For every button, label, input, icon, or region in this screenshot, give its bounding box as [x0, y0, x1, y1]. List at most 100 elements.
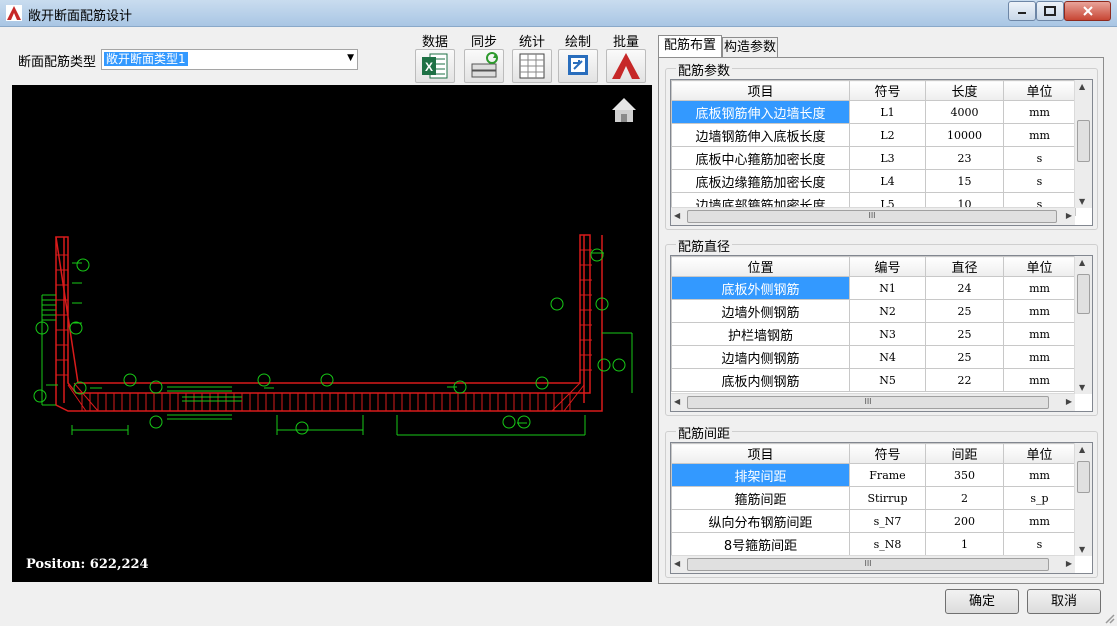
table-cell[interactable]: 排架间距 — [671, 463, 850, 487]
table-cell[interactable]: 底板中心箍筋加密长度 — [671, 146, 850, 170]
table-cell[interactable]: mm — [1003, 368, 1076, 392]
table-cell[interactable]: L2 — [849, 123, 926, 147]
table-cell[interactable]: s_N7 — [849, 509, 926, 533]
table-cell[interactable]: L3 — [849, 146, 926, 170]
tab-construct[interactable]: 构造参数 — [722, 37, 778, 58]
table-cell[interactable]: s — [1003, 169, 1076, 193]
table-cell[interactable]: 底板钢筋伸入边墙长度 — [671, 100, 850, 124]
maximize-button[interactable] — [1036, 1, 1064, 21]
tab-layout[interactable]: 配筋布置 — [658, 35, 722, 58]
table-cell[interactable]: 箍筋间距 — [671, 486, 850, 510]
vertical-scrollbar[interactable]: ▲ ▼ — [1074, 80, 1092, 208]
table-cell[interactable]: 1 — [925, 532, 1004, 556]
vertical-scrollbar[interactable]: ▲ ▼ — [1074, 443, 1092, 556]
table-row[interactable]: 排架间距 Frame 350 mm — [671, 463, 1076, 487]
table-cell[interactable]: 2 — [925, 486, 1004, 510]
table-cell[interactable]: mm — [1003, 322, 1076, 346]
column-header[interactable]: 项目 — [671, 80, 850, 101]
table-row[interactable]: 底板外侧钢筋 N1 24 mm — [671, 276, 1076, 300]
table-cell[interactable]: L4 — [849, 169, 926, 193]
toolbar-draw[interactable]: 绘制 — [556, 31, 600, 83]
toolbar-stats[interactable]: 统计 — [510, 31, 554, 83]
spacing-grid[interactable]: 项目 符号 间距 单位 排架间距 Frame 350 mm 箍筋间距 Stirrup 2 s… — [670, 442, 1093, 574]
table-cell[interactable]: N2 — [849, 299, 926, 323]
table-row[interactable]: 8号箍筋间距 s_N8 1 s — [671, 532, 1076, 556]
column-header[interactable]: 符号 — [849, 443, 926, 464]
diameters-grid[interactable]: 位置 编号 直径 单位 底板外侧钢筋 N1 24 mm 边墙外侧钢筋 N2 25 mm 护栏… — [670, 255, 1093, 412]
column-header[interactable]: 位置 — [671, 256, 850, 277]
column-header[interactable]: 间距 — [925, 443, 1004, 464]
table-cell[interactable]: 护栏墙钢筋 — [671, 322, 850, 346]
column-header[interactable]: 单位 — [1003, 256, 1076, 277]
table-cell[interactable]: 边墙钢筋伸入底板长度 — [671, 123, 850, 147]
table-cell[interactable]: 15 — [925, 169, 1004, 193]
table-cell[interactable]: mm — [1003, 276, 1076, 300]
table-cell[interactable]: 底板外侧钢筋 — [671, 276, 850, 300]
column-header[interactable]: 项目 — [671, 443, 850, 464]
table-cell[interactable]: 350 — [925, 463, 1004, 487]
drawing-canvas[interactable]: Positon: 622,224 — [12, 85, 652, 582]
table-row[interactable]: 底板内侧钢筋 N5 22 mm — [671, 368, 1076, 392]
table-cell[interactable]: s — [1003, 532, 1076, 556]
column-header[interactable]: 直径 — [925, 256, 1004, 277]
column-header[interactable]: 单位 — [1003, 80, 1076, 101]
table-cell[interactable]: mm — [1003, 463, 1076, 487]
type-combobox[interactable]: 敞开断面类型1 ▼ — [101, 49, 358, 70]
minimize-button[interactable] — [1008, 1, 1036, 21]
table-cell[interactable]: s — [1003, 146, 1076, 170]
table-row[interactable]: 边墙钢筋伸入底板长度 L2 10000 mm — [671, 123, 1076, 147]
ok-button[interactable]: 确定 — [945, 589, 1019, 614]
table-cell[interactable]: N3 — [849, 322, 926, 346]
table-cell[interactable]: 25 — [925, 299, 1004, 323]
table-cell[interactable]: L1 — [849, 100, 926, 124]
home-icon[interactable] — [612, 98, 636, 122]
table-cell[interactable]: N5 — [849, 368, 926, 392]
toolbar-sync[interactable]: 同步 — [462, 31, 506, 83]
horizontal-scrollbar[interactable]: ◀ III ▶ — [671, 555, 1075, 573]
table-cell[interactable]: 纵向分布钢筋间距 — [671, 509, 850, 533]
table-row[interactable]: 边墙内侧钢筋 N4 25 mm — [671, 345, 1076, 369]
table-row[interactable]: 边墙外侧钢筋 N2 25 mm — [671, 299, 1076, 323]
table-cell[interactable]: 边墙内侧钢筋 — [671, 345, 850, 369]
column-header[interactable]: 长度 — [925, 80, 1004, 101]
resize-grip-icon[interactable] — [1103, 612, 1115, 624]
table-cell[interactable]: N1 — [849, 276, 926, 300]
vertical-scrollbar[interactable]: ▲ ▼ — [1074, 256, 1092, 394]
table-row[interactable]: 纵向分布钢筋间距 s_N7 200 mm — [671, 509, 1076, 533]
table-cell[interactable]: N4 — [849, 345, 926, 369]
table-cell[interactable]: s_N8 — [849, 532, 926, 556]
column-header[interactable]: 单位 — [1003, 443, 1076, 464]
table-cell[interactable]: mm — [1003, 123, 1076, 147]
table-row[interactable]: 护栏墙钢筋 N3 25 mm — [671, 322, 1076, 346]
close-button[interactable] — [1064, 1, 1111, 21]
table-cell[interactable]: 24 — [925, 276, 1004, 300]
table-cell[interactable]: 23 — [925, 146, 1004, 170]
table-cell[interactable]: 25 — [925, 345, 1004, 369]
table-cell[interactable]: 边墙外侧钢筋 — [671, 299, 850, 323]
table-cell[interactable]: mm — [1003, 509, 1076, 533]
horizontal-scrollbar[interactable]: ◀ III ▶ — [671, 393, 1075, 411]
horizontal-scrollbar[interactable]: ◀ III ▶ — [671, 207, 1075, 225]
table-row[interactable]: 箍筋间距 Stirrup 2 s_p — [671, 486, 1076, 510]
table-cell[interactable]: 10000 — [925, 123, 1004, 147]
toolbar-batch[interactable]: 批量 — [604, 31, 648, 83]
column-header[interactable]: 编号 — [849, 256, 926, 277]
table-cell[interactable]: mm — [1003, 100, 1076, 124]
table-cell[interactable]: mm — [1003, 299, 1076, 323]
table-row[interactable]: 底板中心箍筋加密长度 L3 23 s — [671, 146, 1076, 170]
table-row[interactable]: 底板钢筋伸入边墙长度 L1 4000 mm — [671, 100, 1076, 124]
table-cell[interactable]: 25 — [925, 322, 1004, 346]
table-row[interactable]: 底板边缘箍筋加密长度 L4 15 s — [671, 169, 1076, 193]
table-cell[interactable]: s_p — [1003, 486, 1076, 510]
table-cell[interactable]: Stirrup — [849, 486, 926, 510]
column-header[interactable]: 符号 — [849, 80, 926, 101]
table-cell[interactable]: 8号箍筋间距 — [671, 532, 850, 556]
table-cell[interactable]: 200 — [925, 509, 1004, 533]
table-cell[interactable]: Frame — [849, 463, 926, 487]
table-cell[interactable]: 底板内侧钢筋 — [671, 368, 850, 392]
toolbar-data[interactable]: 数据 X — [413, 31, 457, 83]
table-cell[interactable]: 4000 — [925, 100, 1004, 124]
table-cell[interactable]: mm — [1003, 345, 1076, 369]
table-cell[interactable]: 底板边缘箍筋加密长度 — [671, 169, 850, 193]
cancel-button[interactable]: 取消 — [1027, 589, 1101, 614]
